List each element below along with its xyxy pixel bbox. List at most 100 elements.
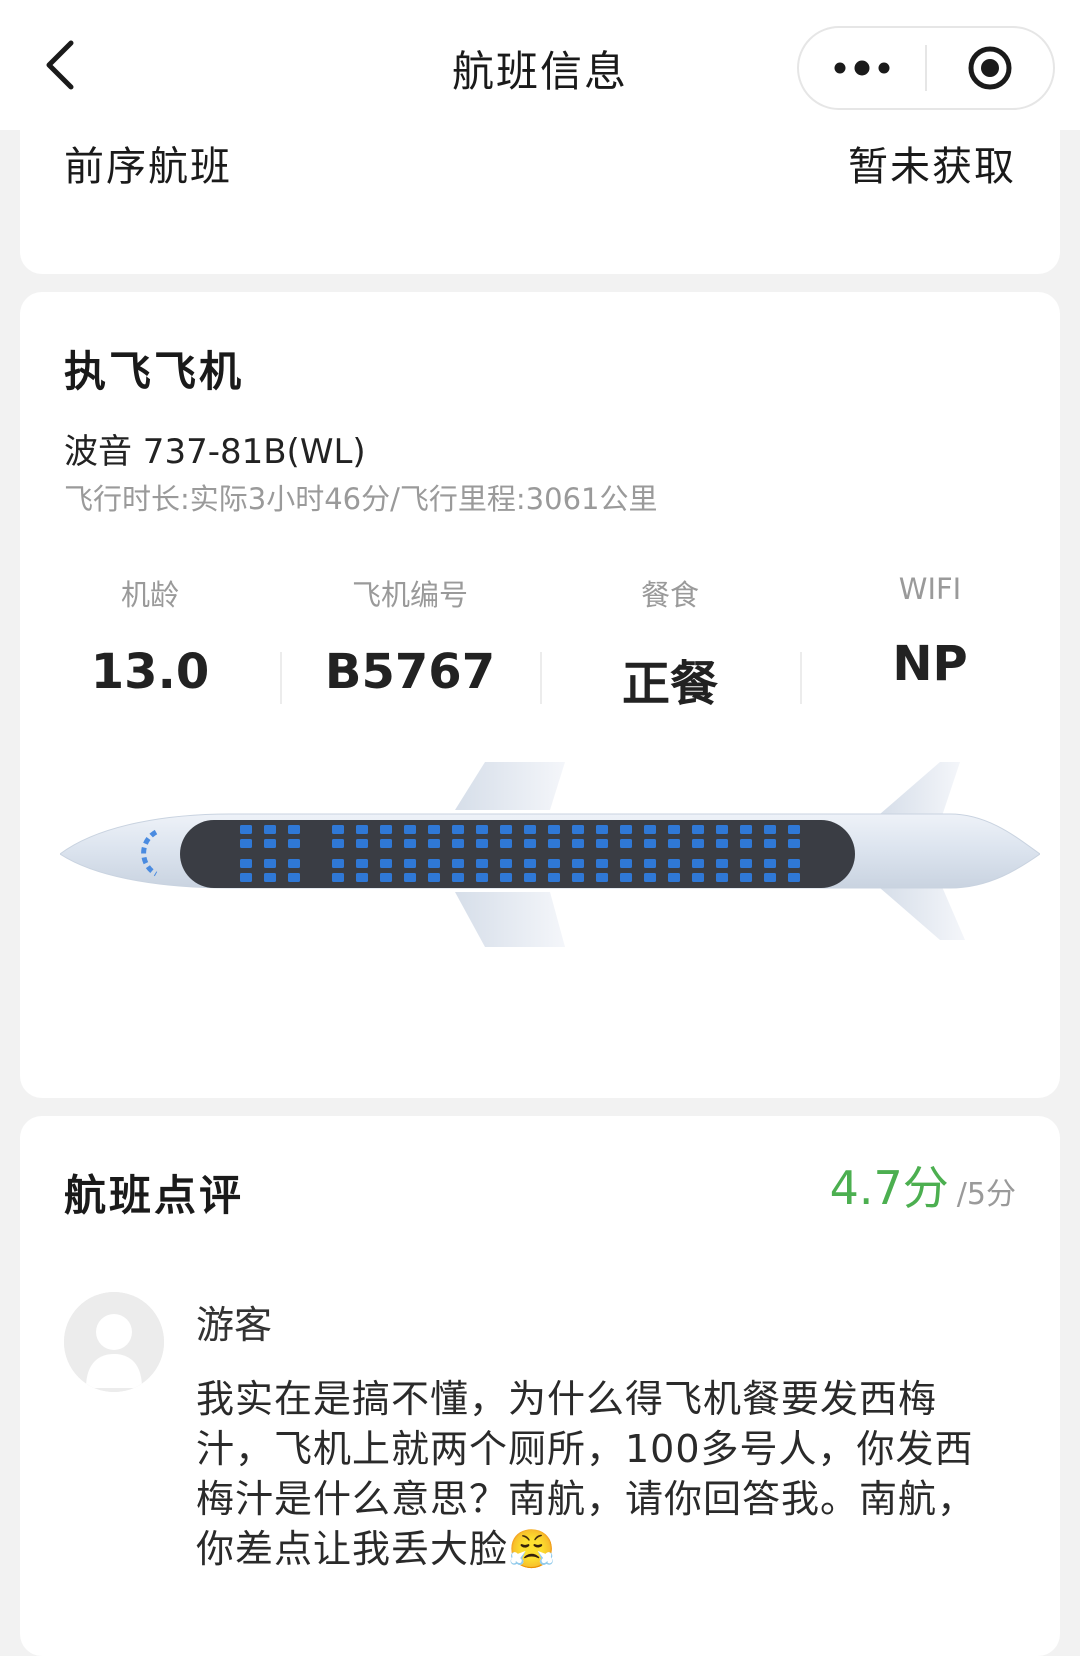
- seat: [428, 859, 440, 868]
- seat: [716, 873, 728, 882]
- stat-aircraft-age: 机龄 13.0: [20, 572, 280, 712]
- seat: [240, 839, 252, 848]
- seat: [668, 859, 680, 868]
- seat: [404, 825, 416, 834]
- seat: [264, 839, 276, 848]
- flight-duration-distance: 飞行时长:实际3小时46分/飞行里程:3061公里: [64, 482, 658, 516]
- seat: [452, 839, 464, 848]
- seat: [764, 839, 776, 848]
- seat: [524, 825, 536, 834]
- seat: [644, 825, 656, 834]
- seat: [476, 825, 488, 834]
- seat: [572, 825, 584, 834]
- close-miniprogram-button[interactable]: [927, 28, 1053, 108]
- seat: [596, 859, 608, 868]
- seat: [240, 873, 252, 882]
- seat: [332, 873, 344, 882]
- seat: [764, 859, 776, 868]
- miniprogram-capsule: [797, 26, 1055, 110]
- seat: [288, 859, 300, 868]
- seat: [380, 825, 392, 834]
- aircraft-model: 波音 737-81B(WL): [64, 432, 366, 472]
- seat: [380, 839, 392, 848]
- seat: [500, 839, 512, 848]
- reviewer-name: 游客: [196, 1303, 273, 1347]
- seat: [404, 873, 416, 882]
- aircraft-stats: 机龄 13.0 飞机编号 B5767 餐食 正餐 WIFI NP: [20, 572, 1060, 712]
- seat: [596, 839, 608, 848]
- seat: [500, 873, 512, 882]
- seat: [476, 873, 488, 882]
- stat-wifi: WIFI NP: [800, 572, 1060, 712]
- seat: [404, 839, 416, 848]
- seat: [620, 859, 632, 868]
- seat: [524, 859, 536, 868]
- flight-review-card: 航班点评 4.7分 /5分 游客 我实在是搞不懂，为什么得飞机餐要发西梅汁，飞机…: [20, 1116, 1060, 1656]
- seat: [428, 839, 440, 848]
- seat: [452, 859, 464, 868]
- seat: [668, 825, 680, 834]
- seat: [356, 839, 368, 848]
- rating-value: 4.7分: [829, 1161, 949, 1215]
- seat: [644, 873, 656, 882]
- seat: [596, 873, 608, 882]
- seat: [288, 873, 300, 882]
- previous-flight-label: 前序航班: [64, 144, 232, 190]
- seat: [740, 839, 752, 848]
- seat: [572, 839, 584, 848]
- seat: [288, 825, 300, 834]
- target-circle-icon: [968, 46, 1012, 90]
- seat: [500, 859, 512, 868]
- seat: [644, 839, 656, 848]
- seat: [740, 825, 752, 834]
- stat-label: WIFI: [898, 572, 962, 606]
- upper-wing: [455, 762, 565, 810]
- stat-aircraft-number: 飞机编号 B5767: [280, 572, 540, 712]
- seat: [332, 859, 344, 868]
- seat: [452, 825, 464, 834]
- aircraft-seat-map-illustration: [60, 762, 1040, 947]
- seat: [620, 839, 632, 848]
- rating-score: 4.7分 /5分: [830, 1152, 1016, 1218]
- seat: [692, 825, 704, 834]
- seat: [668, 873, 680, 882]
- cabin-floor: [180, 820, 855, 888]
- lower-wing: [455, 892, 565, 947]
- aircraft-card: 执飞飞机 波音 737-81B(WL) 飞行时长:实际3小时46分/飞行里程:3…: [20, 292, 1060, 1098]
- seat: [620, 825, 632, 834]
- seat: [788, 873, 800, 882]
- seat: [332, 839, 344, 848]
- stat-value: 13.0: [90, 644, 210, 700]
- seat: [264, 859, 276, 868]
- seat: [404, 859, 416, 868]
- review-section-title: 航班点评: [64, 1171, 245, 1220]
- seat: [644, 859, 656, 868]
- stat-value: B5767: [324, 644, 496, 700]
- seat: [288, 839, 300, 848]
- seat: [548, 839, 560, 848]
- seat: [356, 859, 368, 868]
- avatar[interactable]: [64, 1292, 164, 1392]
- seat: [596, 825, 608, 834]
- seat: [692, 839, 704, 848]
- seat: [476, 859, 488, 868]
- seat: [264, 825, 276, 834]
- seat: [764, 825, 776, 834]
- seat: [548, 873, 560, 882]
- seat: [716, 825, 728, 834]
- seat: [524, 839, 536, 848]
- seat: [500, 825, 512, 834]
- seat: [240, 859, 252, 868]
- upper-tail-fin: [880, 762, 960, 822]
- more-button[interactable]: [799, 28, 925, 108]
- seat: [572, 873, 584, 882]
- seat: [380, 859, 392, 868]
- stat-value: 正餐: [621, 656, 718, 712]
- seat: [788, 839, 800, 848]
- seat: [788, 825, 800, 834]
- stat-meal: 餐食 正餐: [540, 572, 800, 712]
- seat: [548, 825, 560, 834]
- review-text: 我实在是搞不懂，为什么得飞机餐要发西梅汁，飞机上就两个厕所，100多号人，你发西…: [196, 1377, 977, 1571]
- seat: [428, 825, 440, 834]
- seat: [240, 825, 252, 834]
